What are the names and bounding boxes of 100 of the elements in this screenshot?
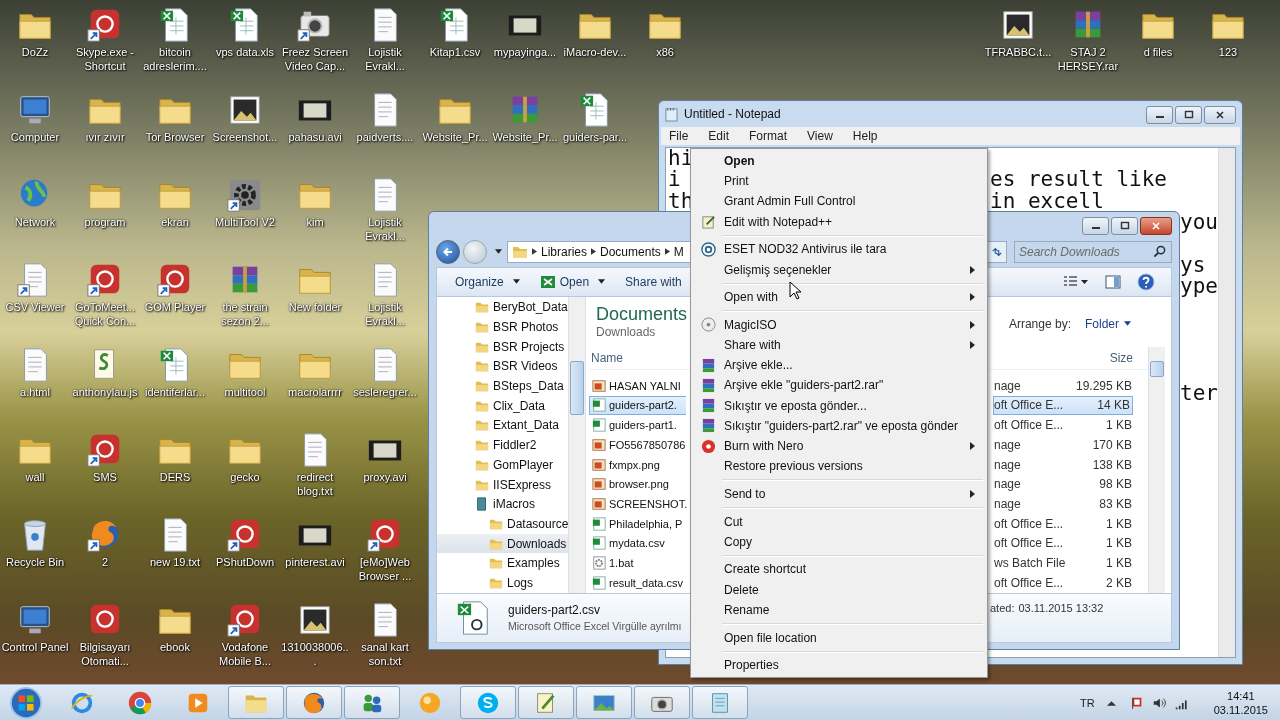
tree-item[interactable]: GomPlayer bbox=[437, 455, 568, 475]
icon-label[interactable]: Recycle Bin bbox=[1, 555, 69, 569]
menu-item[interactable]: Create shortcut bbox=[693, 559, 985, 580]
tree-item[interactable]: BSR Projects bbox=[437, 336, 568, 357]
clock-time[interactable]: 14:41 bbox=[1227, 688, 1255, 703]
taskbar-app[interactable] bbox=[344, 686, 400, 719]
file-list-entry[interactable]: HASAN YALNI bbox=[589, 376, 686, 396]
tree-item[interactable]: BSR Videos bbox=[437, 356, 568, 377]
icon-label[interactable]: sanal kart son.txt bbox=[351, 640, 419, 668]
icon-label[interactable]: Website_Pr... bbox=[491, 130, 559, 144]
menu-item[interactable]: Send to bbox=[693, 483, 985, 504]
icon-label[interactable]: Screenshot... bbox=[211, 130, 279, 144]
tree-item[interactable]: Clix_Data bbox=[437, 395, 568, 416]
minimize-button[interactable] bbox=[1082, 217, 1109, 235]
taskbar-app[interactable] bbox=[286, 686, 342, 719]
clock-date[interactable]: 03.11.2015 bbox=[1213, 702, 1268, 717]
back-button[interactable] bbox=[436, 239, 460, 264]
file-list-entry[interactable]: Philadelphia, P bbox=[589, 514, 686, 534]
menu-item[interactable]: File bbox=[667, 129, 697, 143]
toolbar-button[interactable]: Open bbox=[531, 271, 614, 292]
breadcrumb-item[interactable]: Libraries bbox=[541, 244, 588, 259]
menu-item[interactable]: Gelişmiş seçenekler bbox=[693, 259, 985, 280]
tree-item[interactable]: Downloads bbox=[437, 533, 568, 554]
menu-item[interactable]: Open with bbox=[693, 287, 985, 308]
menu-item[interactable]: Edit bbox=[706, 129, 738, 143]
menu-item[interactable]: Arşive ekle "guiders-part2.rar" bbox=[693, 375, 985, 396]
icon-label[interactable]: new 19.txt bbox=[141, 555, 209, 569]
icon-label[interactable]: mypayinga... bbox=[491, 45, 559, 59]
icon-label[interactable]: Freez Screen Video Cap... bbox=[281, 45, 349, 73]
menu-item[interactable]: Burn with Nero bbox=[693, 435, 985, 457]
icon-label[interactable]: 123 bbox=[1194, 45, 1262, 59]
file-list-entry[interactable]: SCREENSHOT. bbox=[589, 494, 686, 514]
file-list-entry[interactable]: FO5567850786 bbox=[589, 435, 686, 455]
icon-label[interactable]: x86 bbox=[631, 45, 699, 59]
tree-item[interactable]: Extant_Data bbox=[437, 415, 568, 436]
icon-label[interactable]: Lojistik Evrakl... bbox=[351, 45, 419, 73]
tree-item[interactable]: IISExpress bbox=[437, 474, 568, 495]
tree-item[interactable]: iMacros bbox=[437, 494, 568, 515]
icon-label[interactable]: 1310038006... bbox=[281, 640, 349, 668]
speaker-icon[interactable] bbox=[1151, 695, 1166, 710]
file-list-entry[interactable]: fxmpx.png bbox=[589, 455, 686, 475]
menu-item[interactable]: Cut bbox=[693, 511, 985, 532]
menu-item[interactable]: Sıkıştır "guiders-part2.rar" ve eposta gönder bbox=[693, 415, 985, 436]
file-list-entry[interactable]: guiders-part1. bbox=[589, 415, 686, 435]
toolbar-button[interactable]: Organize bbox=[447, 272, 528, 291]
menu-item[interactable]: Print bbox=[693, 171, 985, 192]
icon-label[interactable]: bitcoin adreslerim.... bbox=[141, 45, 209, 73]
tree-item[interactable]: Fiddler2 bbox=[437, 435, 568, 455]
icon-label[interactable]: ebook bbox=[141, 640, 209, 654]
file-list-entry[interactable]: 1.bat bbox=[589, 553, 686, 573]
menu-item[interactable]: Help bbox=[850, 129, 886, 143]
icon-label[interactable]: pahasu.avi bbox=[281, 130, 349, 144]
menu-item[interactable]: Sıkıştır ve eposta gönder... bbox=[693, 395, 985, 416]
breadcrumb-item[interactable]: M bbox=[673, 244, 684, 259]
icon-label[interactable]: [eMo]Web Browser ... bbox=[351, 555, 419, 583]
menu-item[interactable]: Open file location bbox=[693, 627, 985, 648]
icon-label[interactable]: proxy.avi bbox=[351, 470, 419, 484]
icon-label[interactable]: 2 bbox=[71, 555, 139, 569]
icon-label[interactable]: Website_Pr... bbox=[421, 130, 489, 144]
breadcrumb-item[interactable]: Documents bbox=[600, 244, 661, 259]
menu-item[interactable]: Grant Admin Full Control bbox=[693, 191, 985, 212]
menu-item[interactable]: Delete bbox=[693, 579, 985, 600]
minimize-button[interactable] bbox=[1146, 106, 1173, 124]
icon-label[interactable]: STAJ 2 HERSEY.rar bbox=[1054, 45, 1122, 73]
icon-label[interactable]: vps data.xls bbox=[211, 45, 279, 59]
arrange-dropdown[interactable]: Folder bbox=[1085, 316, 1131, 331]
menu-item[interactable]: MagicISO bbox=[693, 314, 985, 335]
close-button[interactable] bbox=[1140, 217, 1172, 235]
menu-item[interactable]: Rename bbox=[693, 599, 985, 620]
icon-label[interactable]: paidverts.... bbox=[351, 130, 419, 144]
file-list-entry[interactable]: browser.png bbox=[589, 474, 686, 494]
file-list-entry[interactable]: mydata.csv bbox=[589, 533, 686, 553]
icon-label[interactable]: wall bbox=[1, 470, 69, 484]
icon-label[interactable]: Vodafone Mobile B... bbox=[211, 640, 279, 668]
icon-label[interactable]: DoZz bbox=[1, 45, 69, 59]
maximize-button[interactable] bbox=[1111, 217, 1138, 235]
tree-item[interactable]: BeryBot_Data bbox=[437, 297, 568, 318]
tree-item[interactable]: Examples bbox=[437, 553, 568, 574]
tree-item[interactable]: BSteps_Data bbox=[437, 376, 568, 396]
menu-item[interactable]: Edit with Notepad++ bbox=[693, 211, 985, 232]
tree-item[interactable]: BSR Photos bbox=[437, 317, 568, 337]
icon-label[interactable]: ıvır zıvır bbox=[71, 130, 139, 144]
icon-label[interactable]: Computer bbox=[1, 130, 69, 144]
icon-label[interactable]: SMS bbox=[71, 470, 139, 484]
flag-icon[interactable] bbox=[1129, 695, 1144, 710]
show-hidden-icons-icon[interactable] bbox=[1106, 699, 1116, 706]
refresh-button[interactable] bbox=[987, 240, 1007, 263]
language-indicator[interactable]: TR bbox=[1080, 696, 1095, 709]
icon-label[interactable]: iMacro-dev... bbox=[561, 45, 629, 59]
icon-label[interactable]: PShutDown bbox=[211, 555, 279, 569]
icon-label[interactable]: gecko bbox=[211, 470, 279, 484]
close-button[interactable] bbox=[1204, 106, 1236, 124]
menu-item[interactable]: Copy bbox=[693, 531, 985, 552]
icon-label[interactable]: Skype.exe - Shortcut bbox=[71, 45, 139, 73]
icon-label[interactable]: TFRABBC.t... bbox=[984, 45, 1052, 59]
tree-item[interactable]: Datasource bbox=[437, 514, 568, 534]
icon-label[interactable]: Control Panel bbox=[1, 640, 69, 654]
maximize-button[interactable] bbox=[1175, 106, 1202, 124]
icon-label[interactable]: Bilgisayarı Otomati... bbox=[71, 640, 139, 668]
menu-item[interactable]: ESET NOD32 Antivirus ile tara bbox=[693, 239, 985, 260]
